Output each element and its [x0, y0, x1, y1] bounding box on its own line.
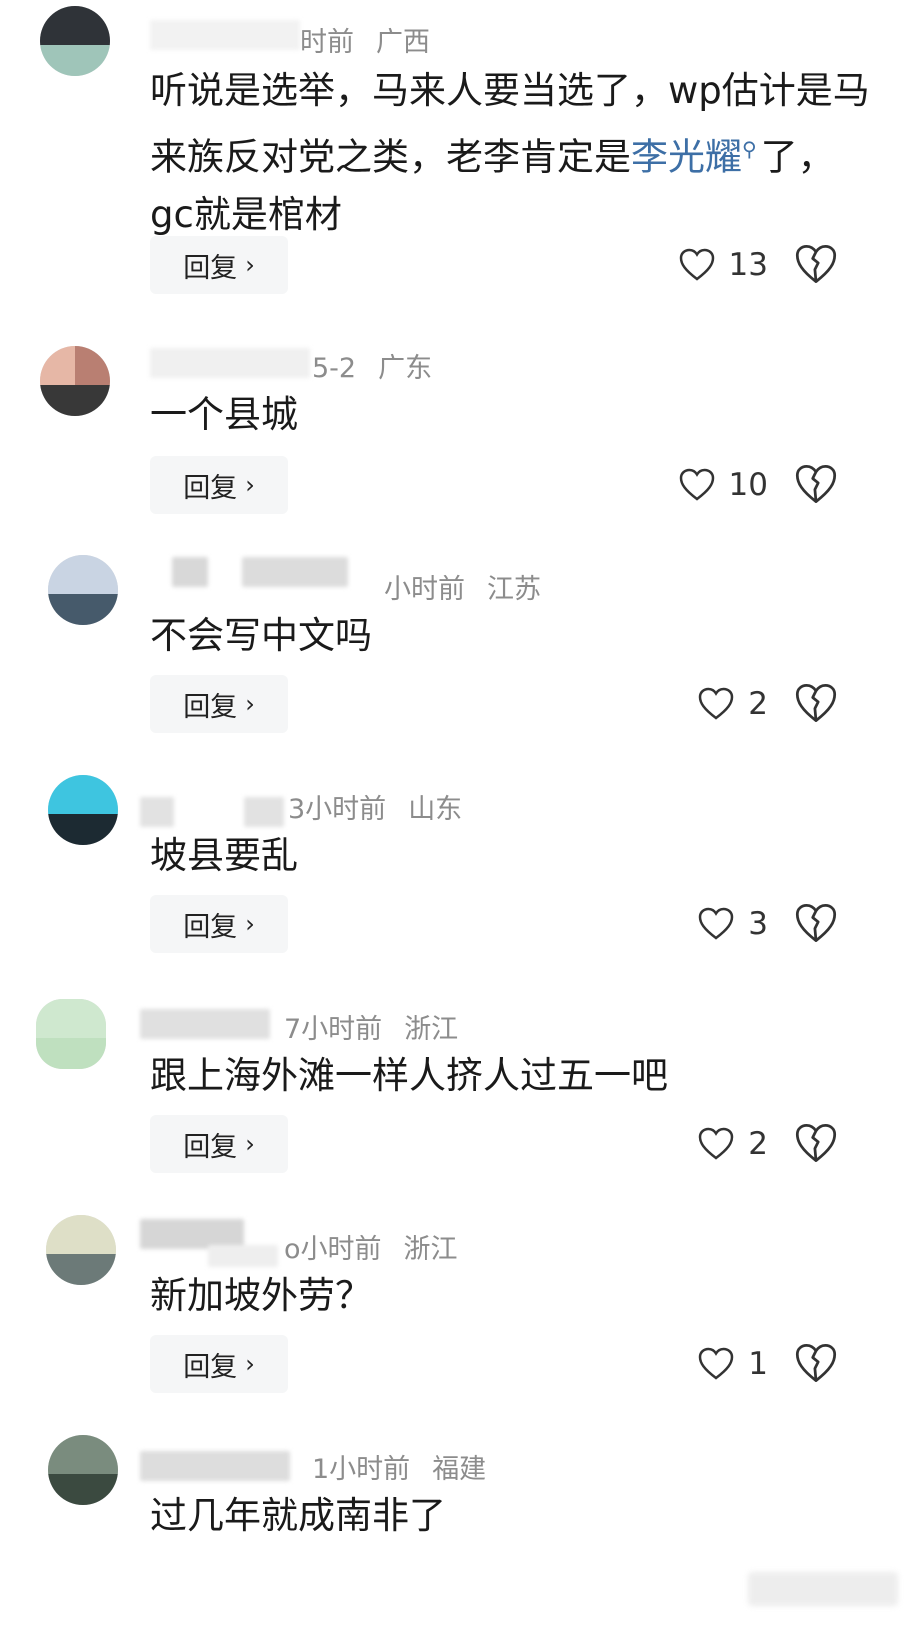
broken-heart-icon[interactable] — [794, 242, 838, 286]
like-button[interactable]: 3 — [698, 899, 768, 949]
like-button[interactable]: 13 — [679, 240, 768, 290]
comment-text: 听说是选举，马来人要当选了，wp估计是马来族反对党之类，老李肯定是李光耀⚲ 了，g… — [150, 69, 870, 237]
avatar[interactable] — [48, 1435, 118, 1505]
like-count: 2 — [748, 1126, 768, 1162]
chevron-right-icon: › — [245, 690, 255, 718]
username-redacted — [242, 557, 348, 587]
avatar[interactable] — [40, 6, 110, 76]
username-redacted — [150, 348, 310, 378]
search-link[interactable]: 李光耀 — [631, 135, 742, 178]
heart-icon — [699, 1127, 734, 1160]
username-redacted — [150, 20, 300, 50]
search-icon[interactable]: ⚲ — [742, 137, 757, 161]
like-count: 13 — [728, 247, 768, 283]
like-count: 10 — [728, 467, 768, 503]
avatar[interactable] — [48, 775, 118, 845]
heart-icon — [679, 468, 714, 501]
avatar[interactable] — [48, 555, 118, 625]
chevron-right-icon: › — [245, 471, 255, 499]
username-redacted — [140, 1451, 290, 1481]
comment-text: 坡县要乱 — [150, 834, 298, 877]
watermark — [748, 1572, 898, 1606]
heart-icon — [699, 687, 734, 720]
comment-text: 新加坡外劳？ — [150, 1274, 372, 1317]
comment-text: 不会写中文吗 — [150, 614, 372, 657]
broken-heart-icon[interactable] — [794, 462, 838, 506]
reply-button[interactable]: 回复 › — [150, 1335, 288, 1393]
like-count: 3 — [748, 906, 768, 942]
comment-meta: 小时前 江苏 — [384, 567, 541, 606]
chevron-right-icon: › — [245, 910, 255, 938]
comment-location: 广西 — [376, 27, 430, 58]
comment-item: 7小时前 浙江 跟上海外滩一样人挤人过五一吧 回复 › 2 — [0, 995, 918, 1224]
reply-button[interactable]: 回复 › — [150, 1115, 288, 1173]
comment-meta: o小时前 浙江 — [284, 1227, 458, 1266]
username-redacted — [140, 1009, 270, 1039]
comment-time: 3小时前 — [288, 794, 387, 825]
comment-meta: 5-2 广东 — [312, 346, 432, 385]
username-redacted — [140, 797, 174, 827]
comment-text: 一个县城 — [150, 393, 298, 436]
comment-time: 5-2 — [312, 353, 357, 384]
heart-icon — [699, 1347, 734, 1380]
like-button[interactable]: 2 — [698, 1119, 768, 1169]
comment-time: 时前 — [300, 27, 354, 58]
comment-location: 广东 — [378, 353, 433, 384]
chevron-right-icon: › — [245, 251, 255, 279]
comment-meta: 时前 广西 — [300, 20, 430, 59]
comment-item: 小时前 江苏 不会写中文吗 回复 › 2 — [0, 555, 918, 784]
like-button[interactable]: 10 — [679, 460, 768, 510]
comment-item: 时前 广西 听说是选举，马来人要当选了，wp估计是马来族反对党之类，老李肯定是李光… — [0, 6, 918, 294]
broken-heart-icon[interactable] — [794, 901, 838, 945]
reply-button[interactable]: 回复 › — [150, 236, 288, 294]
comment-time: 1小时前 — [312, 1454, 411, 1485]
comment-item: 5-2 广东 一个县城 回复 › 10 — [0, 346, 918, 575]
avatar[interactable] — [40, 346, 110, 416]
comment-time: 7小时前 — [284, 1014, 383, 1045]
comment-location: 浙江 — [404, 1014, 459, 1045]
comment-text: 过几年就成南非了 — [150, 1494, 446, 1537]
chevron-right-icon: › — [245, 1350, 255, 1378]
reply-button[interactable]: 回复 › — [150, 675, 288, 733]
comment-text: 跟上海外滩一样人挤人过五一吧 — [150, 1054, 668, 1097]
comment-meta: 7小时前 浙江 — [284, 1007, 458, 1046]
like-button[interactable]: 2 — [698, 679, 768, 729]
username-redacted — [172, 557, 208, 587]
comment-time: o小时前 — [284, 1234, 382, 1265]
comment-location: 浙江 — [403, 1234, 458, 1265]
comment-location: 福建 — [432, 1454, 487, 1485]
comment-location: 江苏 — [487, 574, 541, 605]
chevron-right-icon: › — [245, 1130, 255, 1158]
comment-meta: 3小时前 山东 — [288, 787, 462, 826]
avatar[interactable] — [36, 999, 106, 1069]
like-button[interactable]: 1 — [698, 1339, 768, 1389]
comment-item: o小时前 浙江 新加坡外劳？ 回复 › 1 — [0, 1215, 918, 1444]
broken-heart-icon[interactable] — [794, 681, 838, 725]
comment-location: 山东 — [408, 794, 463, 825]
like-count: 1 — [748, 1346, 768, 1382]
comment-item: 3小时前 山东 坡县要乱 回复 › 3 — [0, 775, 918, 1004]
broken-heart-icon[interactable] — [794, 1121, 838, 1165]
reply-button[interactable]: 回复 › — [150, 456, 288, 514]
username-redacted — [208, 1245, 278, 1267]
avatar[interactable] — [46, 1215, 116, 1285]
comment-meta: 1小时前 福建 — [312, 1447, 486, 1486]
comment-time: 小时前 — [384, 574, 465, 605]
username-redacted — [244, 797, 284, 827]
like-count: 2 — [748, 686, 768, 722]
reply-button[interactable]: 回复 › — [150, 895, 288, 953]
broken-heart-icon[interactable] — [794, 1341, 838, 1385]
heart-icon — [699, 907, 734, 940]
heart-icon — [679, 248, 714, 281]
